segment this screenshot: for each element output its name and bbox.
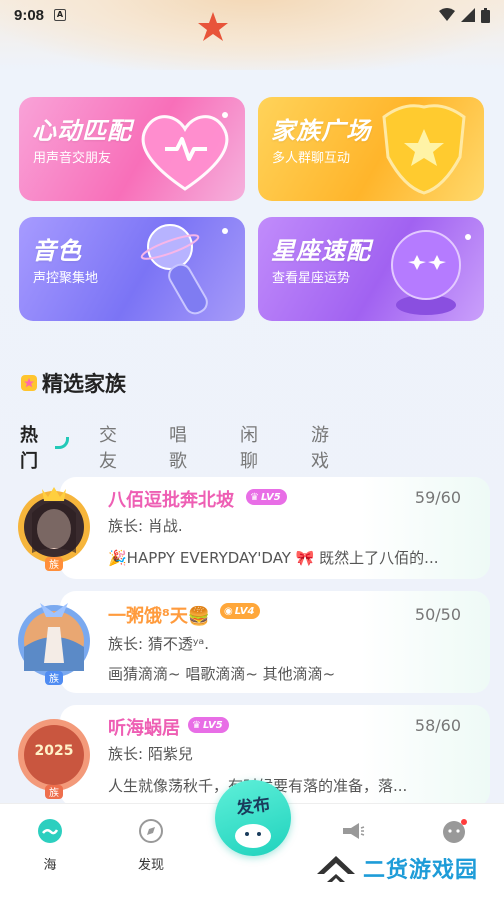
feature-subtitle: 用声音交朋友: [33, 151, 112, 166]
tab-game[interactable]: 游戏: [311, 421, 329, 473]
section-header: 精选家族: [20, 368, 126, 398]
tab-underline: [55, 437, 69, 449]
level-badge: ♛ LV5: [246, 489, 287, 505]
family-avatar[interactable]: 族: [12, 483, 100, 575]
nav-item-broadcast[interactable]: [332, 818, 372, 848]
signal-icon: [461, 8, 475, 22]
status-bar: 9:08 A: [0, 0, 504, 30]
feature-title: 心动匹配: [32, 117, 132, 145]
star-shield-icon: [382, 104, 466, 195]
family-card-2[interactable]: 一粥饿⁸天🍔 ◉ LV4 50/50 族长: 猜不透ʸᵃ. 画猜滴滴~ 唱歌滴滴~…: [60, 591, 490, 693]
feature-title: 音色: [32, 237, 82, 265]
member-count: 50/50: [414, 605, 461, 624]
notification-icon: A: [54, 9, 67, 21]
level-badge: ◉ LV4: [220, 603, 261, 619]
tab-sing[interactable]: 唱歌: [169, 421, 187, 473]
member-count: 58/60: [414, 716, 461, 735]
feature-subtitle: 查看星座运势: [272, 271, 351, 286]
crystal-ball-icon: [391, 230, 471, 315]
feature-title: 家族广场: [271, 117, 371, 145]
family-description: 画猜滴滴~ 唱歌滴滴~ 其他滴滴~: [108, 665, 336, 683]
star-badge-icon: [21, 375, 37, 391]
chat-face-icon: [443, 819, 467, 843]
discover-icon: [139, 819, 163, 843]
family-name: 听海蜗居: [108, 718, 180, 739]
family-avatar[interactable]: 2025 族: [12, 711, 100, 803]
family-tag: 族: [49, 786, 59, 799]
tab-friends[interactable]: 交友: [99, 421, 117, 473]
feature-card-family-plaza[interactable]: 家族广场 多人群聊互动: [258, 97, 484, 201]
publish-label: 发布: [235, 794, 272, 820]
feature-subtitle: 多人群聊互动: [272, 151, 351, 166]
watermark-text: 二货游戏园: [363, 858, 479, 883]
family-tag: 族: [49, 672, 59, 685]
family-description: 🎉HAPPY EVERYDAY'DAY 🎀 既然上了八佰的...: [108, 549, 439, 567]
family-avatar[interactable]: 族: [12, 597, 100, 689]
feature-title: 星座速配: [271, 237, 371, 265]
family-owner: 族长: 猜不透ʸᵃ.: [108, 635, 210, 653]
feature-subtitle: 声控聚集地: [33, 271, 99, 286]
family-tag: 族: [49, 558, 59, 571]
nav-item-discover[interactable]: 发现: [131, 818, 171, 873]
battery-icon: [481, 7, 490, 23]
publish-button[interactable]: 发布: [215, 780, 291, 856]
nav-item-sea[interactable]: 海: [30, 818, 70, 873]
megaphone-icon: [343, 823, 365, 839]
avatar-text: 2025: [35, 743, 74, 759]
watermark-logo-icon: [317, 856, 355, 882]
feature-card-heart-match[interactable]: 心动匹配 用声音交朋友: [19, 97, 245, 201]
nav-item-messages[interactable]: [434, 818, 474, 848]
heart-icon: [141, 112, 229, 191]
mascot-icon: [235, 824, 271, 848]
wifi-icon: [439, 8, 455, 21]
member-count: 59/60: [414, 488, 461, 507]
tab-chat[interactable]: 闲聊: [240, 421, 258, 473]
feature-card-constellation[interactable]: 星座速配 查看星座运势: [258, 217, 484, 321]
watermark: 二货游戏园: [315, 850, 478, 886]
crown-icon: ♛: [250, 491, 259, 503]
family-card-1[interactable]: 八佰逗批奔北坡 ♛ LV5 59/60 族长: 肖战. 🎉HAPPY EVERYD…: [60, 477, 490, 579]
family-name: 八佰逗批奔北坡: [108, 490, 234, 511]
microphone-icon: [140, 224, 228, 315]
section-title: 精选家族: [42, 372, 126, 396]
status-time: 9:08: [14, 6, 45, 24]
sea-icon: [38, 819, 62, 843]
tab-hot[interactable]: 热门: [20, 421, 38, 473]
crown-icon: ♛: [192, 719, 201, 731]
nav-label: 海: [43, 858, 57, 873]
level-badge: ♛ LV5: [188, 717, 229, 733]
family-owner: 族长: 陌紫兒: [108, 745, 193, 763]
family-owner: 族长: 肖战.: [108, 517, 183, 535]
feature-card-voice[interactable]: 音色 声控聚集地: [19, 217, 245, 321]
family-name: 一粥饿⁸天🍔: [108, 606, 211, 627]
nav-label: 发现: [137, 858, 164, 873]
coin-icon: ◉: [224, 605, 233, 617]
